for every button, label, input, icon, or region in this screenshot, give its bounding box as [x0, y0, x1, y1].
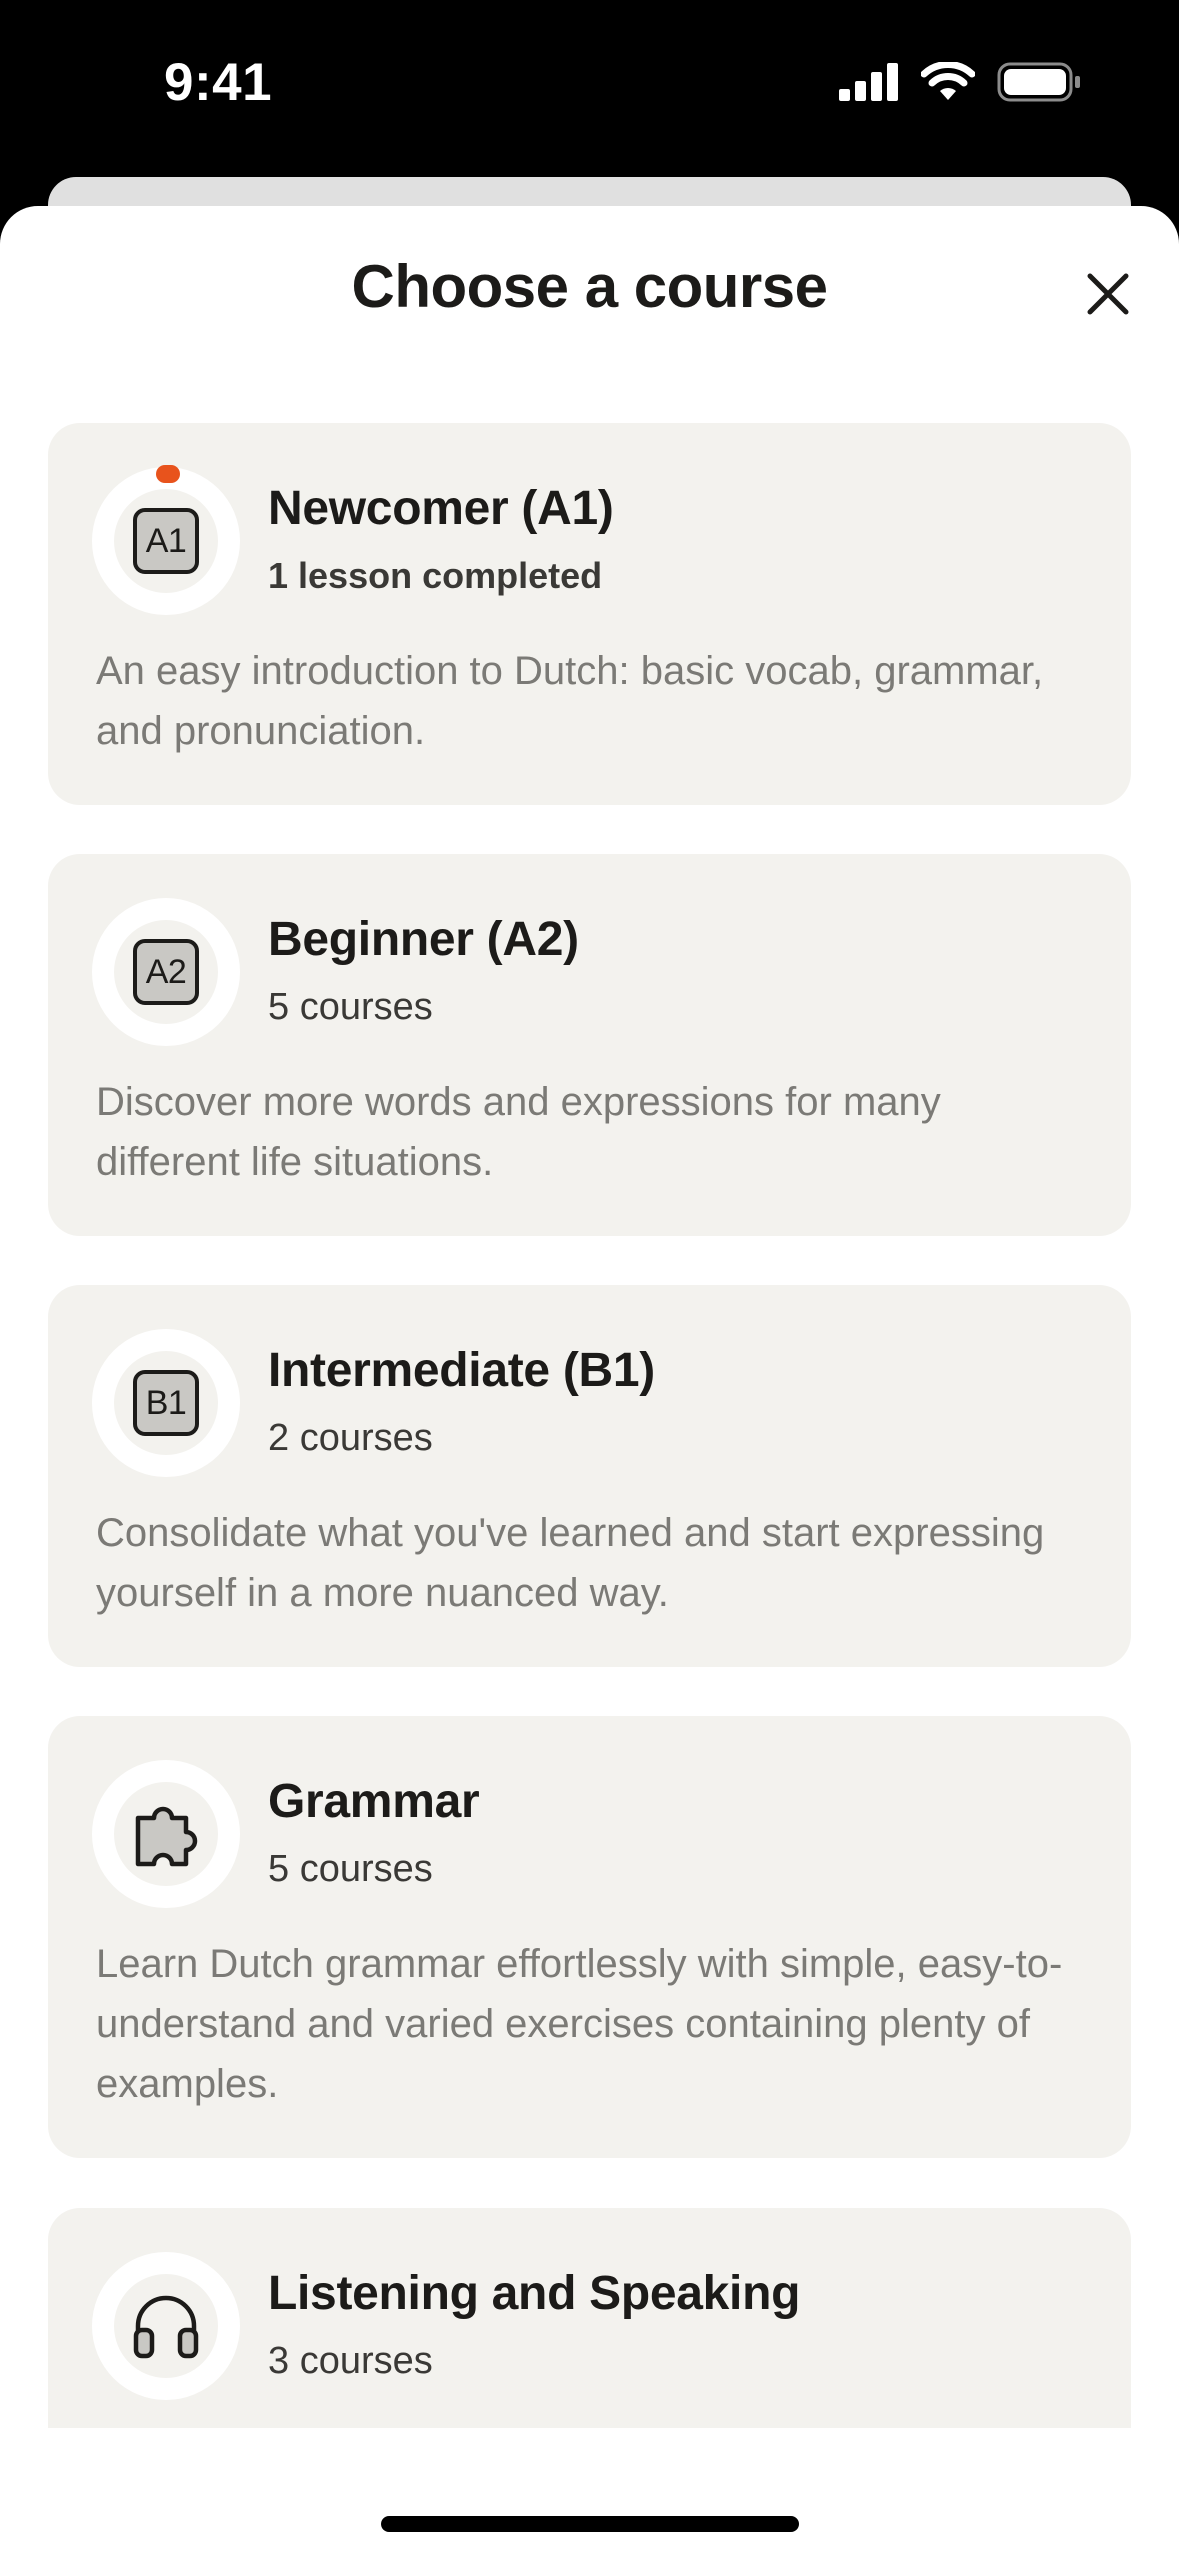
progress-dot — [156, 465, 180, 483]
course-description: Discover more words and expressions for … — [96, 1080, 941, 1184]
close-button[interactable] — [1076, 262, 1140, 326]
wifi-icon — [921, 62, 975, 100]
status-time: 9:41 — [164, 53, 273, 112]
puzzle-piece-icon — [135, 1806, 198, 1867]
course-title: Newcomer (A1) — [268, 482, 614, 535]
level-badge-icon: A2 — [133, 939, 199, 1005]
course-description: Consolidate what you've learned and star… — [96, 1511, 1045, 1615]
course-icon — [92, 2252, 240, 2400]
course-subtitle: 3 courses — [268, 2340, 433, 2382]
level-badge-icon: B1 — [133, 1370, 199, 1436]
close-icon — [1087, 273, 1129, 315]
course-subtitle: 5 courses — [268, 986, 433, 1028]
course-description: Learn Dutch grammar effortlessly with si… — [96, 1942, 1063, 2106]
cellular-signal-icon — [839, 63, 898, 101]
course-card-newcomer[interactable]: A1 Newcomer (A1) 1 lesson completed An e… — [48, 423, 1131, 805]
course-subtitle: 5 courses — [268, 1848, 433, 1890]
course-card-grammar[interactable]: Grammar 5 courses Learn Dutch grammar ef… — [48, 1716, 1131, 2158]
course-title: Grammar — [268, 1775, 480, 1828]
course-subtitle: 1 lesson completed — [268, 555, 603, 596]
course-icon: B1 — [92, 1329, 240, 1477]
course-title: Intermediate (B1) — [268, 1344, 655, 1397]
course-icon: A2 — [92, 898, 240, 1046]
sheet-title: Choose a course — [351, 253, 829, 320]
headphones-icon — [133, 2295, 199, 2359]
course-description: An easy introduction to Dutch: basic voc… — [96, 649, 1044, 753]
level-badge-icon: A1 — [133, 508, 199, 574]
status-bar: 9:41 — [0, 0, 1179, 180]
battery-icon — [997, 62, 1080, 102]
course-card-intermediate[interactable]: B1 Intermediate (B1) 2 courses Consolida… — [48, 1285, 1131, 1667]
course-picker-sheet: Choose a course A1 Newcomer (A1) 1 lesso… — [0, 206, 1179, 2556]
course-card-beginner[interactable]: A2 Beginner (A2) 5 courses Discover more… — [48, 854, 1131, 1236]
course-icon: A1 — [92, 467, 240, 615]
course-title: Beginner (A2) — [268, 913, 579, 966]
course-card-listening-speaking[interactable]: Listening and Speaking 3 courses — [48, 2208, 1131, 2428]
course-icon — [92, 1760, 240, 1908]
course-list: A1 Newcomer (A1) 1 lesson completed An e… — [48, 423, 1131, 2428]
course-subtitle: 2 courses — [268, 1417, 433, 1459]
home-indicator[interactable] — [381, 2516, 799, 2532]
course-title: Listening and Speaking — [268, 2267, 801, 2320]
status-icons — [839, 62, 1081, 102]
